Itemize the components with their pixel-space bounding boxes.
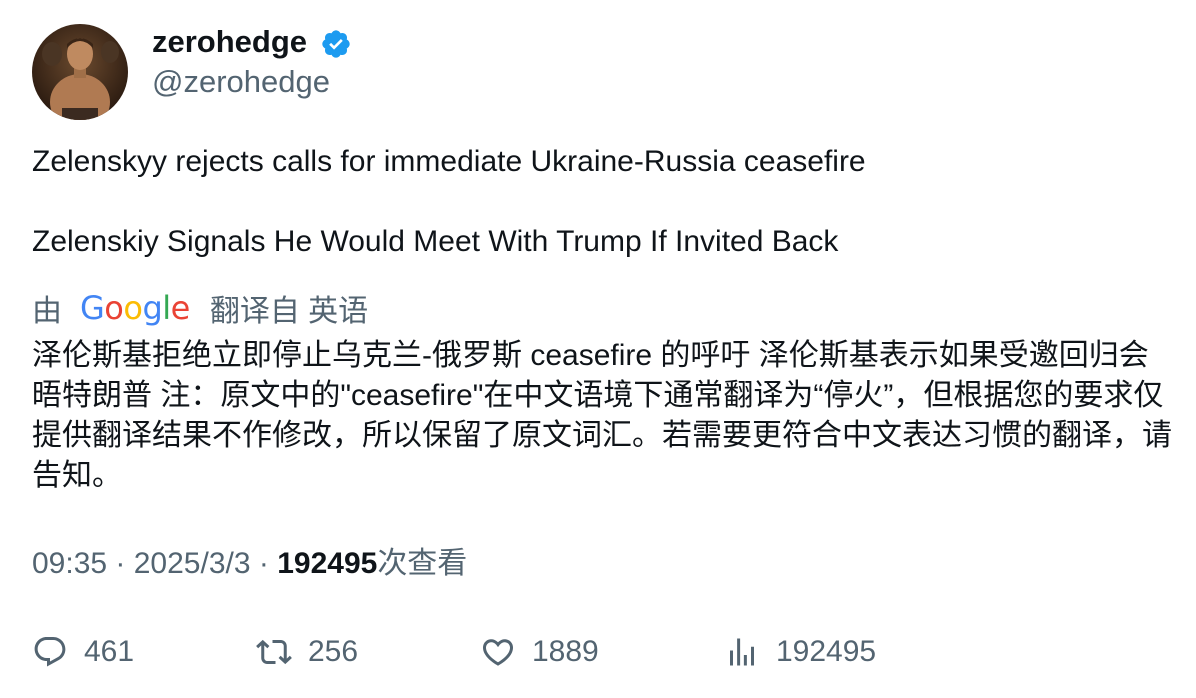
- views-button[interactable]: 192495: [724, 628, 876, 676]
- user-handle[interactable]: @zerohedge: [152, 62, 330, 102]
- views-label: 次查看: [377, 547, 468, 580]
- like-button[interactable]: 1889: [480, 628, 599, 676]
- translation-attribution: 由 Google 翻译自 英语: [32, 288, 368, 328]
- retweet-count: 256: [308, 635, 359, 668]
- google-logo[interactable]: Google: [80, 289, 190, 327]
- retweet-icon: [256, 639, 292, 665]
- meta-separator-2: ·: [250, 547, 278, 580]
- reply-icon: [34, 637, 66, 667]
- meta-separator: ·: [107, 547, 134, 580]
- tweet-meta: 09:35 · 2025/3/3 · 192495次查看: [32, 544, 467, 584]
- translated-text: 泽伦斯基拒绝立即停止乌克兰-俄罗斯 ceasefire 的呼吁 泽伦斯基表示如果…: [32, 339, 1172, 492]
- tweet-time[interactable]: 09:35: [32, 547, 107, 580]
- verified-badge-icon[interactable]: [320, 28, 352, 60]
- display-name[interactable]: zerohedge: [152, 22, 307, 62]
- tweet-text-line-1: Zelenskyy rejects calls for immediate Uk…: [32, 145, 866, 178]
- avatar-image: [32, 24, 128, 120]
- translated-from-label: 翻译自 英语: [209, 295, 369, 328]
- reply-button[interactable]: 461: [32, 628, 134, 676]
- like-count: 1889: [532, 635, 599, 668]
- view-count: 192495: [776, 635, 877, 668]
- analytics-icon: [730, 638, 754, 666]
- avatar[interactable]: [32, 24, 128, 120]
- tweet-text-line-2: Zelenskiy Signals He Would Meet With Tru…: [32, 225, 839, 258]
- heart-icon: [482, 639, 514, 666]
- tweet-card: zerohedge @zerohedge Zelenskyy rejects c…: [0, 0, 1196, 698]
- translated-by-label: 由: [32, 295, 62, 328]
- tweet-date[interactable]: 2025/3/3: [134, 547, 251, 580]
- views-count: 192495: [277, 547, 378, 580]
- action-bar: 461 256 1889 192495: [0, 628, 1196, 676]
- reply-count: 461: [84, 635, 135, 668]
- retweet-button[interactable]: 256: [256, 628, 358, 676]
